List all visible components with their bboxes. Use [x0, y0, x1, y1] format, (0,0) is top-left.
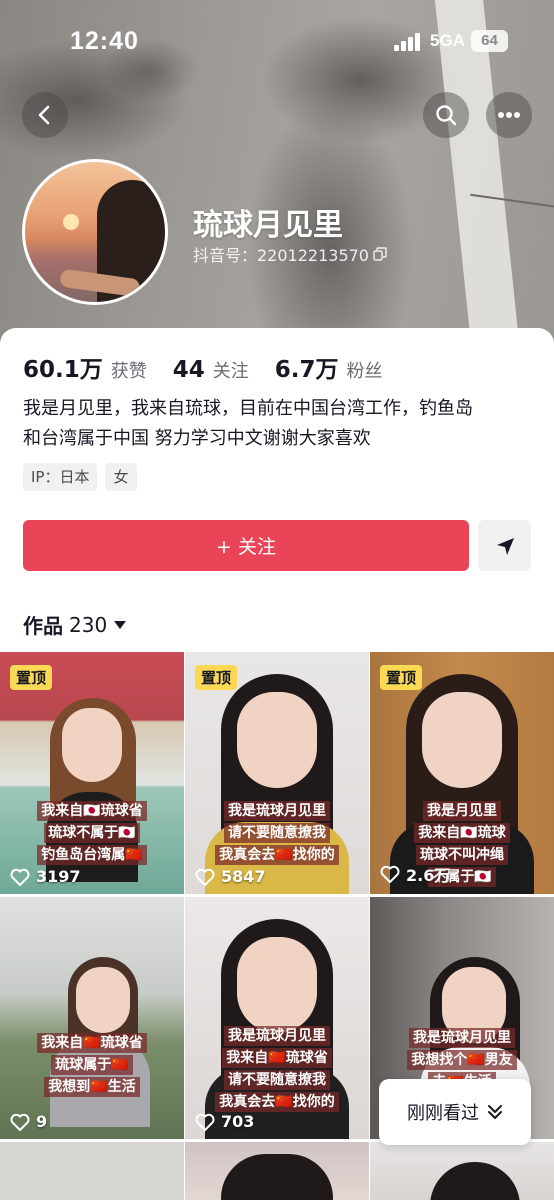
stat-label: 关注: [212, 361, 249, 382]
chevron-left-icon: [38, 105, 50, 125]
pinned-badge: 置顶: [10, 665, 53, 690]
video-caption: 我是琉球月见里 我来自🇨🇳琉球省 请不要随意撩我 我真会去🇨🇳找你的: [185, 1025, 369, 1113]
back-button[interactable]: [22, 92, 68, 138]
video-thumbnail[interactable]: [185, 1142, 369, 1200]
avatar[interactable]: [22, 159, 168, 305]
video-thumbnail[interactable]: 置顶 我来自🇯🇵琉球省 琉球不属于🇯🇵 钓鱼岛台湾属🇨🇳 3197: [0, 652, 184, 894]
profile-nickname: 琉球月见里: [193, 208, 343, 243]
stat-following[interactable]: 44 关注: [173, 357, 249, 383]
pinned-badge: 置顶: [195, 665, 238, 690]
more-icon: [498, 112, 520, 118]
heart-icon: [195, 1113, 215, 1131]
profile-stats: 60.1万 获赞 44 关注 6.7万 粉丝: [23, 350, 409, 384]
works-label: 作品: [23, 614, 63, 638]
video-thumbnail[interactable]: 我是琉球月见里 我来自🇨🇳琉球省 请不要随意撩我 我真会去🇨🇳找你的 703: [185, 897, 369, 1139]
video-thumbnail[interactable]: 置顶 我是月见里 我来自🇯🇵琉球 琉球不叫冲绳 不属于🇯🇵 2.6万: [370, 652, 554, 894]
more-button[interactable]: [486, 92, 532, 138]
heart-icon: [10, 868, 30, 886]
battery-icon: 64: [471, 30, 508, 52]
profile-bio: 我是月见里，我来自琉球，目前在中国台湾工作，钓鱼岛 和台湾属于中国 努力学习中文…: [23, 394, 533, 454]
stat-value: 44: [172, 357, 205, 383]
share-button[interactable]: [478, 520, 531, 571]
tab-works[interactable]: 作品 230: [23, 610, 127, 639]
profile-tags: IP：日本 女: [23, 463, 137, 491]
search-button[interactable]: [423, 92, 469, 138]
stat-label: 获赞: [110, 361, 147, 382]
stat-followers[interactable]: 6.7万 粉丝: [275, 350, 383, 384]
video-likes: 2.6万: [380, 862, 450, 886]
video-likes: 5847: [195, 867, 266, 886]
copy-icon[interactable]: [373, 247, 387, 261]
ip-location-tag: IP：日本: [23, 463, 98, 491]
video-thumbnail[interactable]: [370, 1142, 554, 1200]
stat-value: 6.7万: [274, 357, 339, 383]
double-chevron-down-icon: [488, 1105, 502, 1119]
follow-button[interactable]: + 关注: [23, 520, 469, 571]
video-likes: 3197: [10, 867, 81, 886]
send-icon: [496, 537, 514, 555]
caret-down-icon: [114, 620, 127, 629]
video-likes: 703: [195, 1112, 254, 1131]
video-thumbnail[interactable]: 我来自🇨🇳琉球省 琉球属于🇨🇳 我想到🇨🇳生活 9: [0, 897, 184, 1139]
status-bar: 12:40 5GA 64: [0, 0, 554, 82]
network-label: 5GA: [430, 31, 465, 50]
video-caption: 我来自🇨🇳琉球省 琉球属于🇨🇳 我想到🇨🇳生活: [0, 1032, 184, 1098]
gender-tag: 女: [105, 463, 137, 491]
heart-icon: [195, 868, 215, 886]
signal-icon: [394, 33, 424, 51]
video-caption: 我来自🇯🇵琉球省 琉球不属于🇯🇵 钓鱼岛台湾属🇨🇳: [0, 800, 184, 866]
video-caption: 我是琉球月见里 请不要随意撩我 我真会去🇨🇳找你的: [185, 800, 369, 866]
video-thumbnail[interactable]: 置顶 我是琉球月见里 请不要随意撩我 我真会去🇨🇳找你的 5847: [185, 652, 369, 894]
status-time: 12:40: [70, 27, 139, 55]
bio-line: 我是月见里，我来自琉球，目前在中国台湾工作，钓鱼岛: [23, 398, 473, 419]
heart-icon: [380, 865, 400, 883]
works-count: 230: [69, 612, 108, 637]
video-likes: 9: [10, 1112, 47, 1131]
bio-line: 和台湾属于中国 努力学习中文谢谢大家喜欢: [23, 428, 371, 449]
search-icon: [436, 105, 457, 126]
heart-icon: [10, 1113, 30, 1131]
douyin-id-text: 抖音号：22012213570: [193, 246, 369, 265]
video-thumbnail[interactable]: [0, 1142, 184, 1200]
stat-likes[interactable]: 60.1万 获赞: [23, 350, 147, 384]
stat-label: 粉丝: [346, 361, 383, 382]
stat-value: 60.1万: [23, 357, 103, 383]
recently-viewed-label: 刚刚看过: [407, 1103, 479, 1124]
pinned-badge: 置顶: [380, 665, 423, 690]
recently-viewed-button[interactable]: 刚刚看过: [379, 1079, 531, 1145]
douyin-id[interactable]: 抖音号：22012213570: [193, 242, 387, 266]
